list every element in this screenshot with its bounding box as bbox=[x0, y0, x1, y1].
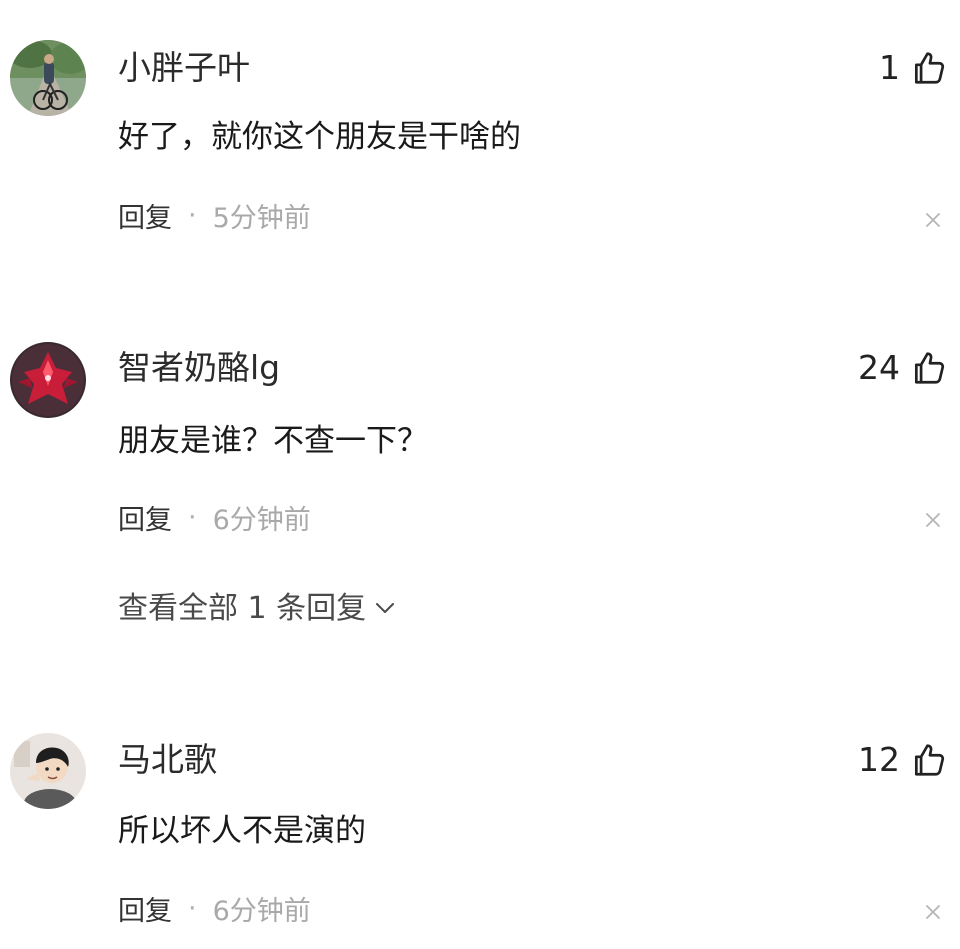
timestamp: 5分钟前 bbox=[212, 202, 311, 234]
username[interactable]: 小胖子叶 bbox=[118, 48, 250, 88]
reply-button[interactable]: 回复 bbox=[118, 498, 172, 537]
timestamp: 6分钟前 bbox=[212, 895, 311, 927]
comment-text: 所以坏人不是演的 bbox=[118, 813, 366, 849]
thumbs-up-icon[interactable] bbox=[910, 49, 948, 87]
timestamp: 6分钟前 bbox=[212, 504, 311, 536]
username[interactable]: 马北歌 bbox=[118, 740, 217, 780]
avatar[interactable] bbox=[10, 40, 86, 116]
separator-dot: · bbox=[188, 199, 197, 231]
reply-button[interactable]: 回复 bbox=[118, 196, 172, 235]
close-icon[interactable] bbox=[922, 901, 944, 923]
reply-button[interactable]: 回复 bbox=[118, 889, 172, 928]
close-icon[interactable] bbox=[922, 509, 944, 531]
comment-meta: 回复 · 6分钟前 bbox=[118, 889, 311, 928]
chevron-down-icon bbox=[372, 595, 398, 621]
comment-meta: 回复 · 5分钟前 bbox=[118, 196, 311, 235]
comment-text: 好了，就你这个朋友是干啥的 bbox=[118, 119, 521, 155]
thumbs-up-icon[interactable] bbox=[910, 741, 948, 779]
comment-text: 朋友是谁？不查一下？ bbox=[118, 423, 428, 459]
separator-dot: · bbox=[188, 501, 197, 533]
view-all-replies-label: 查看全部 1 条回复 bbox=[118, 591, 367, 626]
close-icon[interactable] bbox=[922, 209, 944, 231]
avatar-cyclist-icon bbox=[10, 40, 86, 116]
like-count: 1 bbox=[879, 48, 900, 87]
thumbs-up-icon[interactable] bbox=[910, 349, 948, 387]
avatar-cartoon-boy-icon bbox=[10, 733, 86, 809]
avatar[interactable] bbox=[10, 342, 86, 418]
avatar[interactable] bbox=[10, 733, 86, 809]
like-button[interactable]: 1 bbox=[879, 48, 948, 88]
avatar-red-robot-icon bbox=[10, 342, 86, 418]
like-count: 12 bbox=[858, 740, 900, 779]
like-count: 24 bbox=[858, 348, 900, 387]
separator-dot: · bbox=[188, 892, 197, 924]
like-button[interactable]: 24 bbox=[858, 348, 948, 388]
view-all-replies-button[interactable]: 查看全部 1 条回复 bbox=[118, 585, 398, 626]
comment-meta: 回复 · 6分钟前 bbox=[118, 498, 311, 537]
like-button[interactable]: 12 bbox=[858, 740, 948, 780]
username[interactable]: 智者奶酪lg bbox=[118, 348, 280, 388]
